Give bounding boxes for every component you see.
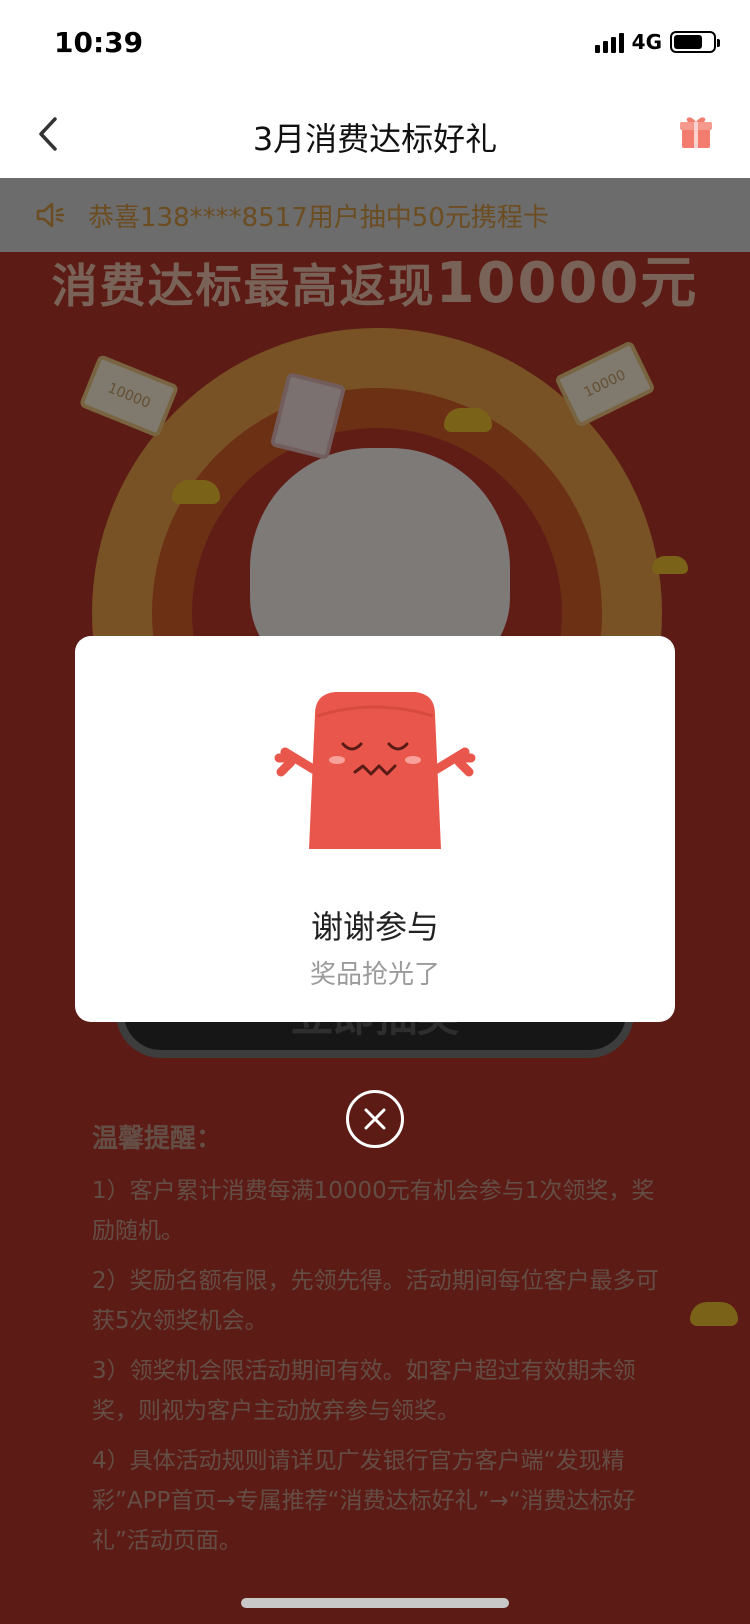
nav-bar: 3月消费达标好礼	[0, 88, 750, 178]
status-bar: 10:39 4G	[0, 0, 750, 88]
signal-icon	[594, 31, 624, 53]
close-icon	[364, 1108, 386, 1130]
modal-title: 谢谢参与	[310, 908, 439, 946]
gift-icon	[680, 117, 712, 148]
network-type: 4G	[631, 30, 662, 54]
result-modal: 谢谢参与 奖品抢光了	[75, 636, 675, 1022]
battery-icon	[670, 31, 720, 53]
close-button[interactable]	[346, 1090, 404, 1148]
page-title: 3月消费达标好礼	[252, 120, 498, 158]
gift-button[interactable]	[676, 112, 716, 152]
home-indicator[interactable]	[241, 1598, 509, 1608]
sad-mascot-icon	[274, 692, 476, 849]
status-time: 10:39	[54, 26, 144, 59]
modal-subtitle: 奖品抢光了	[309, 960, 440, 990]
status-indicators: 4G	[594, 30, 720, 54]
